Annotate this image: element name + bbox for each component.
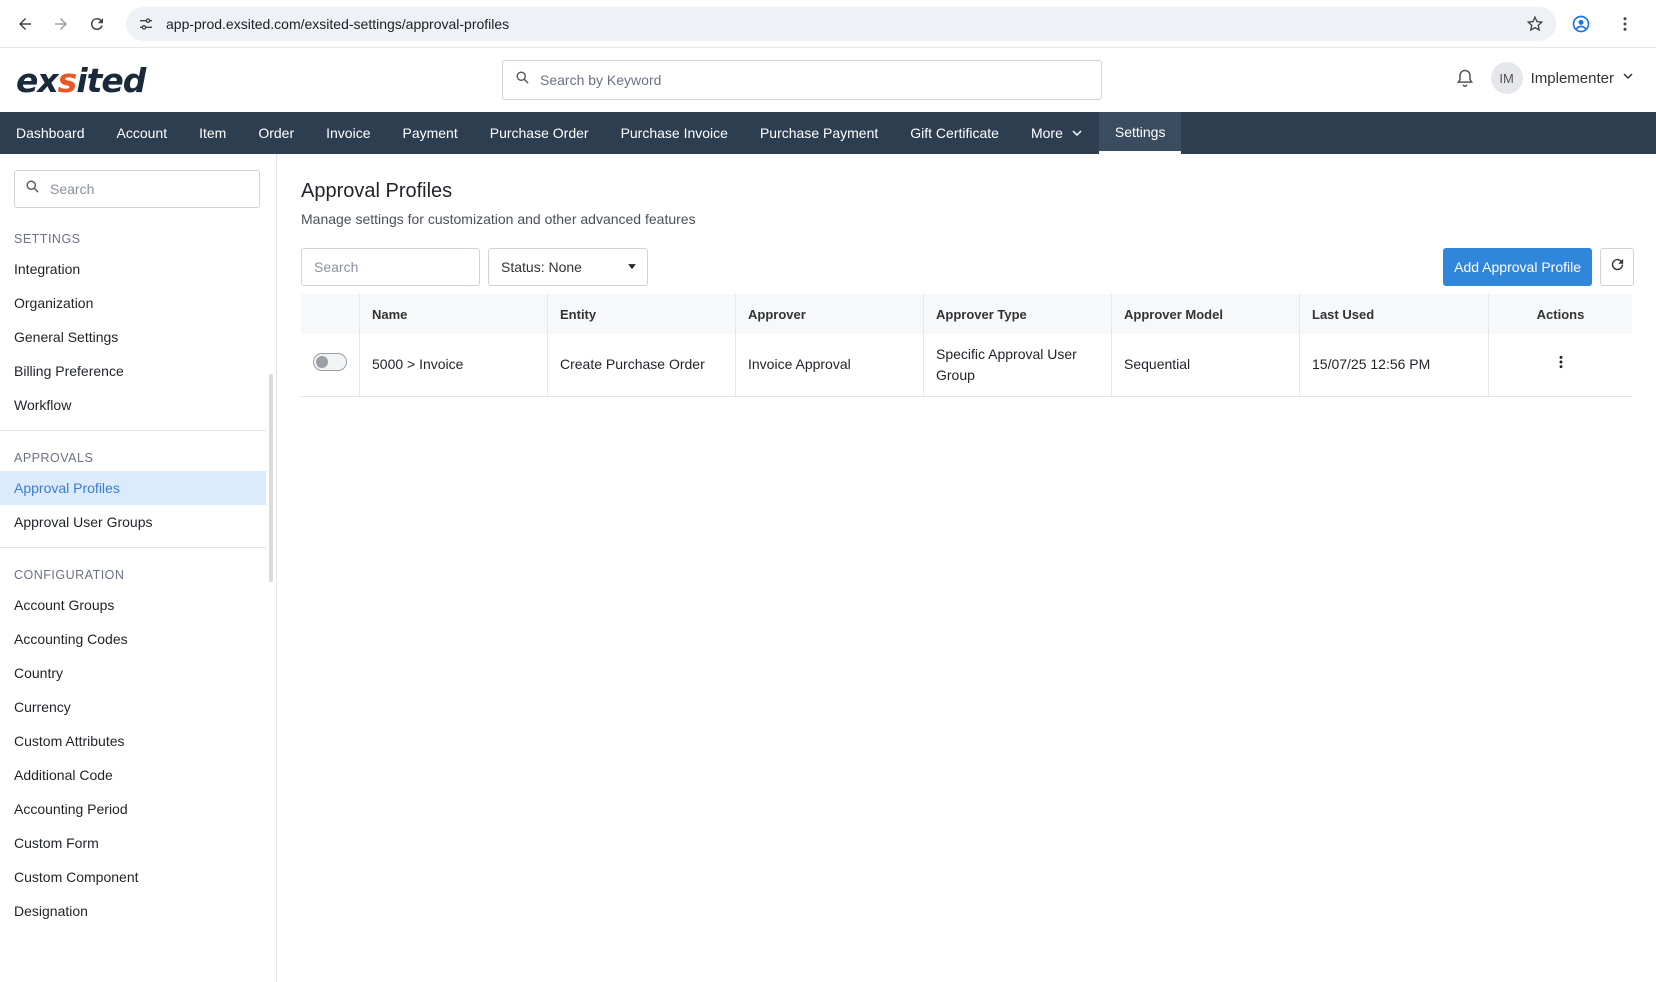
address-bar[interactable]: app-prod.exsited.com/exsited-settings/ap… — [126, 6, 1556, 41]
nav-purchase-payment[interactable]: Purchase Payment — [744, 112, 894, 154]
cell-approver-model: Sequential — [1111, 334, 1300, 397]
column-header-toggle — [301, 294, 360, 334]
sidebar-scrollbar[interactable] — [269, 374, 273, 582]
sidebar-item-country[interactable]: Country — [0, 656, 266, 690]
status-filter-label: Status: None — [501, 259, 582, 275]
settings-sidebar: SETTINGS Integration Organization Genera… — [0, 154, 277, 982]
main-navigation: Dashboard Account Item Order Invoice Pay… — [0, 112, 1656, 154]
status-toggle[interactable] — [313, 352, 347, 371]
section-title-settings: SETTINGS — [14, 232, 81, 246]
more-actions-icon[interactable] — [1553, 354, 1569, 370]
cell-approver: Invoice Approval — [735, 334, 924, 397]
cell-name[interactable]: 5000 > Invoice — [359, 334, 548, 397]
cell-last-used: 15/07/25 12:56 PM — [1299, 334, 1489, 397]
global-search-input[interactable] — [540, 72, 1089, 88]
sidebar-item-approval-user-groups[interactable]: Approval User Groups — [0, 505, 266, 539]
section-title-configuration: CONFIGURATION — [14, 568, 125, 582]
page-title: Approval Profiles — [301, 180, 453, 202]
nav-order[interactable]: Order — [242, 112, 310, 154]
nav-more-label: More — [1030, 125, 1063, 141]
chevron-down-icon[interactable] — [1622, 69, 1634, 87]
sidebar-item-custom-form[interactable]: Custom Form — [0, 826, 266, 860]
main-content: Approval Profiles Manage settings for cu… — [277, 154, 1656, 982]
sidebar-item-general-settings[interactable]: General Settings — [0, 320, 266, 354]
sidebar-search-input[interactable] — [50, 181, 249, 197]
nav-purchase-invoice[interactable]: Purchase Invoice — [605, 112, 744, 154]
nav-payment[interactable]: Payment — [386, 112, 473, 154]
column-header-approver[interactable]: Approver — [735, 294, 924, 334]
search-icon — [515, 70, 530, 90]
divider — [0, 547, 266, 548]
approval-profiles-table: Name Entity Approver Approver Type Appro… — [301, 294, 1632, 397]
table-search-input[interactable] — [301, 248, 480, 286]
back-arrow-icon[interactable] — [10, 9, 40, 39]
table-row[interactable]: 5000 > Invoice Create Purchase Order Inv… — [301, 334, 1632, 397]
sidebar-item-accounting-period[interactable]: Accounting Period — [0, 792, 266, 826]
nav-purchase-order[interactable]: Purchase Order — [474, 112, 605, 154]
nav-settings[interactable]: Settings — [1098, 112, 1182, 154]
notification-bell-icon[interactable] — [1455, 68, 1475, 88]
cell-actions — [1488, 334, 1632, 397]
sidebar-item-organization[interactable]: Organization — [0, 286, 266, 320]
table-toolbar: Status: None Add Approval Profile — [301, 248, 1634, 286]
cell-approver-type: Specific Approval User Group — [923, 334, 1112, 397]
column-header-approver-type[interactable]: Approver Type — [923, 294, 1112, 334]
sidebar-item-accounting-codes[interactable]: Accounting Codes — [0, 622, 266, 656]
column-header-last-used[interactable]: Last Used — [1299, 294, 1489, 334]
nav-invoice[interactable]: Invoice — [310, 112, 386, 154]
url-text[interactable]: app-prod.exsited.com/exsited-settings/ap… — [166, 16, 1526, 32]
site-settings-icon[interactable] — [138, 16, 154, 32]
column-header-entity[interactable]: Entity — [547, 294, 736, 334]
sidebar-item-integration[interactable]: Integration — [0, 252, 266, 286]
divider — [0, 430, 266, 431]
refresh-icon — [1609, 256, 1626, 278]
cell-entity: Create Purchase Order — [547, 334, 736, 397]
sidebar-item-designation[interactable]: Designation — [0, 894, 266, 928]
browser-toolbar: app-prod.exsited.com/exsited-settings/ap… — [0, 0, 1656, 48]
sidebar-item-additional-code[interactable]: Additional Code — [0, 758, 266, 792]
nav-dashboard[interactable]: Dashboard — [0, 112, 101, 154]
browser-menu-icon[interactable] — [1610, 9, 1640, 39]
nav-item[interactable]: Item — [183, 112, 242, 154]
nav-gift-certificate[interactable]: Gift Certificate — [894, 112, 1015, 154]
bookmark-star-icon[interactable] — [1526, 15, 1544, 33]
global-search[interactable] — [502, 60, 1102, 100]
avatar[interactable]: IM — [1490, 62, 1523, 94]
sidebar-item-workflow[interactable]: Workflow — [0, 388, 266, 422]
exsited-logo[interactable]: exsited — [16, 61, 146, 100]
add-approval-profile-button[interactable]: Add Approval Profile — [1443, 248, 1592, 286]
column-header-actions: Actions — [1536, 306, 1585, 322]
status-toggle-cell — [301, 334, 360, 397]
sidebar-search[interactable] — [14, 170, 260, 208]
table-header-row: Name Entity Approver Approver Type Appro… — [301, 294, 1632, 334]
nav-more[interactable]: More — [1015, 112, 1099, 154]
forward-arrow-icon[interactable] — [46, 9, 76, 39]
refresh-button[interactable] — [1600, 248, 1634, 286]
column-header-name[interactable]: Name — [359, 294, 548, 334]
profile-icon[interactable] — [1566, 9, 1596, 39]
section-title-approvals: APPROVALS — [14, 451, 94, 465]
reload-icon[interactable] — [82, 9, 112, 39]
user-name[interactable]: Implementer — [1531, 70, 1614, 87]
sidebar-item-currency[interactable]: Currency — [0, 690, 266, 724]
search-icon — [25, 179, 40, 199]
status-filter-select[interactable]: Status: None — [488, 248, 648, 286]
app-header: exsited IM Implementer — [0, 48, 1656, 112]
column-header-approver-model[interactable]: Approver Model — [1111, 294, 1300, 334]
sidebar-item-custom-attributes[interactable]: Custom Attributes — [0, 724, 266, 758]
page-subtitle: Manage settings for customization and ot… — [301, 211, 696, 227]
nav-account[interactable]: Account — [101, 112, 184, 154]
sidebar-item-approval-profiles[interactable]: Approval Profiles — [0, 471, 266, 505]
sidebar-item-custom-component[interactable]: Custom Component — [0, 860, 266, 894]
chevron-down-icon — [1071, 127, 1083, 139]
sidebar-item-account-groups[interactable]: Account Groups — [0, 588, 266, 622]
sidebar-item-billing-preference[interactable]: Billing Preference — [0, 354, 266, 388]
caret-down-icon — [627, 259, 637, 275]
